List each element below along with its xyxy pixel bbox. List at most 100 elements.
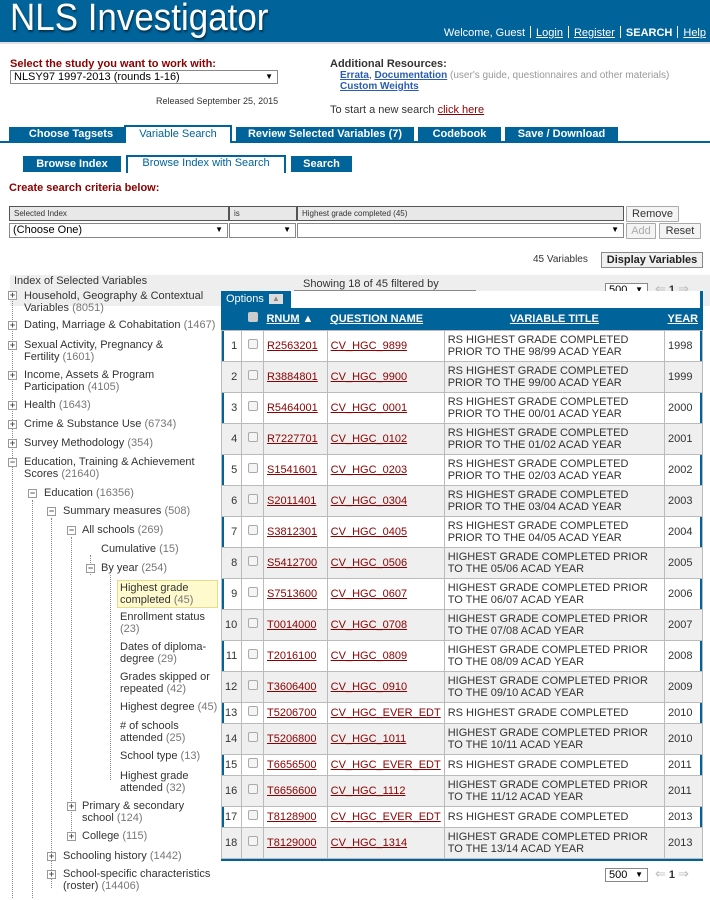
login-link[interactable]: Login [536,27,563,39]
question-name-link[interactable]: CV_HGC_1112 [331,785,406,797]
reset-button[interactable]: Reset [659,223,701,239]
rnum-link[interactable]: T3606400 [267,681,317,693]
tree-leaf[interactable]: Cumulative (15) [101,543,221,555]
subtab-browse-index[interactable]: Browse Index [23,156,121,172]
rnum-link[interactable]: T8129000 [267,837,317,849]
title-sort-link[interactable]: VARIABLE TITLE [510,313,599,325]
question-name-link[interactable]: CV_HGC_0001 [331,402,407,414]
header-rnum[interactable]: RNUM ▲ [263,308,328,330]
row-checkbox-cell[interactable] [241,722,264,755]
header-variable-title[interactable]: VARIABLE TITLE [444,308,665,330]
documentation-link[interactable]: Documentation [374,70,447,81]
row-checkbox[interactable] [247,525,258,535]
row-checkbox[interactable] [247,556,258,566]
tree-node[interactable]: Survey Methodology (354) [24,437,220,449]
tab-save-download[interactable]: Save / Download [505,127,618,143]
tree-node[interactable]: Education (16356) [44,487,214,499]
tree-node[interactable]: College (115) [82,830,202,842]
rnum-link[interactable]: S7513600 [267,588,317,600]
expand-icon[interactable]: + [8,401,17,410]
tree-node[interactable]: Income, Assets & Program Participation (… [24,369,174,393]
question-name-link[interactable]: CV_HGC_EVER_EDT [331,707,441,719]
row-checkbox[interactable] [247,706,258,716]
collapse-icon[interactable]: − [67,526,76,535]
options-toggle[interactable]: Options ▲ [221,291,291,308]
row-checkbox-cell[interactable] [241,391,264,424]
row-checkbox-cell[interactable] [241,422,264,455]
tree-leaf[interactable]: Enrollment status (23) [120,611,218,635]
row-checkbox-cell[interactable] [241,515,264,548]
tree-node[interactable]: Primary & secondary school (124) [82,800,202,824]
rnum-link[interactable]: T5206700 [267,707,317,719]
tree-leaf[interactable]: Grades skipped or repeated (42) [120,671,218,695]
register-link[interactable]: Register [574,27,615,39]
question-name-link[interactable]: CV_HGC_0708 [331,619,407,631]
collapse-up-icon[interactable]: ▲ [268,294,283,305]
question-name-link[interactable]: CV_HGC_EVER_EDT [331,811,441,823]
header-year[interactable]: YEAR [664,308,703,330]
question-name-link[interactable]: CV_HGC_EVER_EDT [331,759,441,771]
row-checkbox[interactable] [247,784,258,794]
row-checkbox[interactable] [247,618,258,628]
tree-node[interactable]: All schools (269) [82,524,222,536]
header-question-name[interactable]: QUESTION NAME [327,308,445,330]
question-name-link[interactable]: CV_HGC_0506 [331,557,407,569]
row-checkbox-cell[interactable] [241,329,264,362]
question-name-link[interactable]: CV_HGC_0809 [331,650,407,662]
tree-leaf-selected[interactable]: Highest grade completed (45) [117,580,218,608]
row-checkbox-cell[interactable] [241,360,264,393]
question-name-link[interactable]: CV_HGC_0203 [331,464,407,476]
question-name-link[interactable]: CV_HGC_9900 [331,371,407,383]
rnum-link[interactable]: T0014000 [267,619,317,631]
rnum-link[interactable]: T6656600 [267,785,317,797]
row-checkbox-cell[interactable] [241,670,264,703]
row-checkbox-cell[interactable] [241,826,264,859]
tree-node[interactable]: By year (254) [101,562,221,574]
expand-icon[interactable]: + [8,439,17,448]
tab-codebook[interactable]: Codebook [418,127,501,143]
tree-leaf[interactable]: Highest degree (45) [120,701,220,713]
collapse-icon[interactable]: − [28,489,37,498]
tab-variable-search[interactable]: Variable Search [124,125,232,143]
row-checkbox[interactable] [247,587,258,597]
row-checkbox[interactable] [247,494,258,504]
rnum-link[interactable]: R7227701 [267,433,318,445]
tree-node[interactable]: Household, Geography & Contextual Variab… [24,290,220,314]
tree-node[interactable]: Summary measures (508) [63,505,223,517]
expand-icon[interactable]: + [8,291,17,300]
study-select[interactable]: NLSY97 1997-2013 (rounds 1-16) ▼ [10,70,278,84]
prev-page-icon[interactable]: ⇐ [655,866,666,881]
tree-leaf[interactable]: Dates of diploma-degree (29) [120,641,218,665]
row-checkbox[interactable] [247,732,258,742]
question-name-link[interactable]: CV_HGC_0304 [331,495,407,507]
display-variables-button[interactable]: Display Variables [601,252,703,268]
row-checkbox-cell[interactable] [241,639,264,672]
tree-leaf[interactable]: # of schools attended (25) [120,720,198,744]
rnum-link[interactable]: S3812301 [267,526,317,538]
row-checkbox-cell[interactable] [241,774,264,807]
tree-node[interactable]: Education, Training & Achievement Scores… [24,456,204,480]
expand-icon[interactable]: + [47,870,56,879]
question-name-link[interactable]: CV_HGC_0607 [331,588,407,600]
rnum-link[interactable]: T2016100 [267,650,317,662]
new-search-link[interactable]: click here [438,104,484,116]
rnum-link[interactable]: R5464001 [267,402,318,414]
tree-node[interactable]: Health (1643) [24,399,220,411]
remove-button[interactable]: Remove [626,206,679,222]
row-checkbox[interactable] [247,401,258,411]
year-sort-link[interactable]: YEAR [668,313,699,325]
question-name-link[interactable]: CV_HGC_9899 [331,340,407,352]
row-checkbox-cell[interactable] [241,805,264,828]
field-select[interactable]: (Choose One) ▼ [9,223,228,238]
row-checkbox[interactable] [247,836,258,846]
subtab-browse-index-with-search[interactable]: Browse Index with Search [126,155,286,173]
custom-weights-link[interactable]: Custom Weights [340,81,419,92]
row-checkbox[interactable] [247,649,258,659]
rnum-link[interactable]: T8128900 [267,811,317,823]
row-checkbox[interactable] [247,758,258,768]
tree-node[interactable]: School-specific characteristics (roster)… [63,868,223,892]
subtab-search[interactable]: Search [291,156,352,172]
row-checkbox-cell[interactable] [241,701,264,724]
tab-choose-tagsets[interactable]: Choose Tagsets [9,127,133,143]
expand-icon[interactable]: + [8,321,17,330]
